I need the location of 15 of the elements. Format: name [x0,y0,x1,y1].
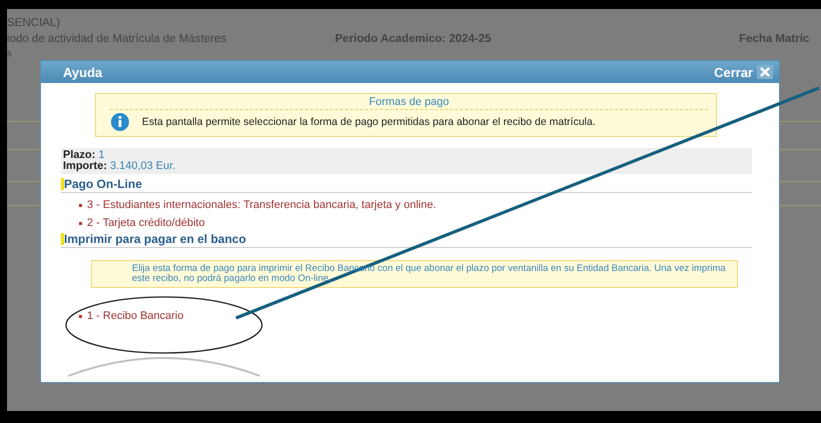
date-label: Fecha Matríc [739,33,810,45]
payment-option-link[interactable]: 3 - Estudiantes internacionales: Transferencia bancaria, tarjeta y online. [87,199,436,211]
section-title: Imprimir para pagar en el banco [64,232,246,246]
summary-line: Importe: 3.140,03 Eur. [63,161,177,172]
program-text: s [7,49,12,58]
info-title: Formas de pago [110,96,708,110]
dialog-title: Ayuda [63,64,102,80]
period-text: Periodo Academico: 2024-25 [335,33,492,45]
program-text: SENCIAL) [7,17,62,29]
section-title: Pago On-Line [64,177,142,191]
info-text: Esta pantalla permite seleccionar la forma de pago permitidas para abonar el recibo de matrícula. [142,116,596,128]
summary-line: Plazo: 1 [63,150,106,161]
program-text: iodo de actividad de Matrícula de Másteres [7,33,228,45]
payment-option-link[interactable]: 2 - Tarjeta crédito/débito [87,217,205,229]
payment-option-link[interactable]: 1 - Recibo Bancario [87,310,184,322]
